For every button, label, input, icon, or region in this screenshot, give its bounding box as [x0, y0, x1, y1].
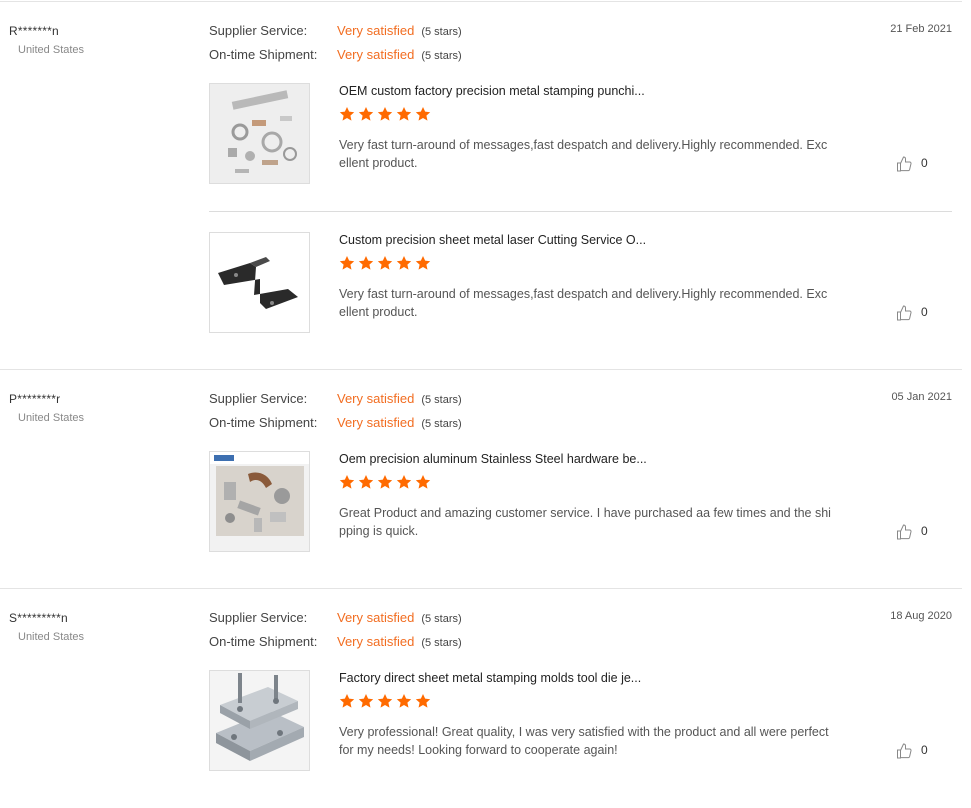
bracket-photo[interactable]	[209, 232, 310, 333]
shipment-rating: On-time Shipment: Very satisfied (5 stars)	[209, 414, 462, 432]
reviewer-country: United States	[18, 412, 85, 424]
reviewed-product: Factory direct sheet metal stamping mold…	[209, 670, 952, 773]
rating-label: Supplier Service:	[209, 23, 308, 38]
product-title[interactable]: Factory direct sheet metal stamping mold…	[339, 671, 641, 685]
star-icon	[415, 255, 431, 271]
product-star-rating	[339, 474, 434, 494]
star-icon	[358, 474, 374, 490]
product-title[interactable]: Custom precision sheet metal laser Cutti…	[339, 233, 646, 247]
rating-label: Supplier Service:	[209, 391, 308, 406]
rating-value: Very satisfied	[337, 415, 415, 430]
review-card: R*******n United States 21 Feb 2021 Supp…	[0, 1, 962, 370]
product-star-rating	[339, 693, 434, 713]
rating-value: Very satisfied	[337, 634, 415, 649]
star-icon	[339, 106, 355, 122]
reviewed-product: Oem precision aluminum Stainless Steel h…	[209, 451, 952, 554]
thumbs-up-icon	[897, 742, 912, 758]
rating-label: On-time Shipment:	[209, 47, 318, 62]
like-button[interactable]: 0	[896, 303, 928, 321]
thumbs-up-icon	[897, 304, 912, 320]
reviewed-product: Custom precision sheet metal laser Cutti…	[209, 232, 952, 335]
supplier-service-rating: Supplier Service: Very satisfied (5 stars)	[209, 22, 462, 40]
like-count: 0	[921, 156, 928, 170]
star-icon	[358, 693, 374, 709]
rating-value: Very satisfied	[337, 47, 415, 62]
reviewer-country: United States	[18, 44, 85, 56]
star-icon	[377, 106, 393, 122]
shipment-rating: On-time Shipment: Very satisfied (5 stars)	[209, 633, 462, 651]
star-icon	[396, 106, 412, 122]
review-comment: Very fast turn-around of messages,fast d…	[339, 287, 828, 319]
reviews-list: R*******n United States 21 Feb 2021 Supp…	[0, 0, 971, 807]
rating-stars-text: (5 stars)	[421, 26, 462, 38]
reviewer-name: P********r	[9, 392, 61, 406]
rating-value: Very satisfied	[337, 23, 415, 38]
star-icon	[358, 255, 374, 271]
supplier-service-rating: Supplier Service: Very satisfied (5 stars)	[209, 390, 462, 408]
rating-stars-text: (5 stars)	[421, 418, 462, 430]
thumbs-up-icon	[897, 155, 912, 171]
like-button[interactable]: 0	[896, 522, 928, 540]
product-title[interactable]: Oem precision aluminum Stainless Steel h…	[339, 452, 647, 466]
reviewer-country: United States	[18, 631, 85, 643]
like-button[interactable]: 0	[896, 154, 928, 172]
rating-value: Very satisfied	[337, 610, 415, 625]
star-icon	[377, 693, 393, 709]
star-icon	[396, 474, 412, 490]
star-icon	[339, 255, 355, 271]
rating-value: Very satisfied	[337, 391, 415, 406]
reviewed-product: OEM custom factory precision metal stamp…	[209, 83, 952, 212]
metal-parts-photo[interactable]	[209, 83, 310, 184]
review-card: P********r United States 05 Jan 2021 Sup…	[0, 369, 962, 589]
review-comment: Great Product and amazing customer servi…	[339, 506, 831, 538]
reviewer-name: R*******n	[9, 24, 59, 38]
star-icon	[339, 474, 355, 490]
star-icon	[415, 474, 431, 490]
star-icon	[396, 255, 412, 271]
shipment-rating: On-time Shipment: Very satisfied (5 stars)	[209, 46, 462, 64]
rating-stars-text: (5 stars)	[421, 394, 462, 406]
star-icon	[377, 474, 393, 490]
like-count: 0	[921, 305, 928, 319]
like-count: 0	[921, 743, 928, 757]
rating-label: Supplier Service:	[209, 610, 308, 625]
like-count: 0	[921, 524, 928, 538]
product-title[interactable]: OEM custom factory precision metal stamp…	[339, 84, 645, 98]
like-button[interactable]: 0	[896, 741, 928, 759]
star-icon	[396, 693, 412, 709]
star-icon	[339, 693, 355, 709]
mold-die-photo[interactable]	[209, 670, 310, 771]
star-icon	[415, 693, 431, 709]
review-date: 21 Feb 2021	[890, 23, 952, 35]
reviewer-name: S*********n	[9, 611, 68, 625]
review-comment: Very fast turn-around of messages,fast d…	[339, 138, 828, 170]
rating-stars-text: (5 stars)	[421, 50, 462, 62]
supplier-service-rating: Supplier Service: Very satisfied (5 stars)	[209, 609, 462, 627]
hardware-photo[interactable]	[209, 451, 310, 552]
review-date: 05 Jan 2021	[891, 391, 952, 403]
review-date: 18 Aug 2020	[890, 610, 952, 622]
rating-stars-text: (5 stars)	[421, 613, 462, 625]
rating-stars-text: (5 stars)	[421, 637, 462, 649]
product-star-rating	[339, 106, 434, 126]
star-icon	[358, 106, 374, 122]
thumbs-up-icon	[897, 523, 912, 539]
review-card: S*********n United States 18 Aug 2020 Su…	[0, 588, 962, 808]
star-icon	[415, 106, 431, 122]
star-icon	[377, 255, 393, 271]
rating-label: On-time Shipment:	[209, 415, 318, 430]
review-comment: Very professional! Great quality, I was …	[339, 725, 829, 757]
rating-label: On-time Shipment:	[209, 634, 318, 649]
product-star-rating	[339, 255, 434, 275]
